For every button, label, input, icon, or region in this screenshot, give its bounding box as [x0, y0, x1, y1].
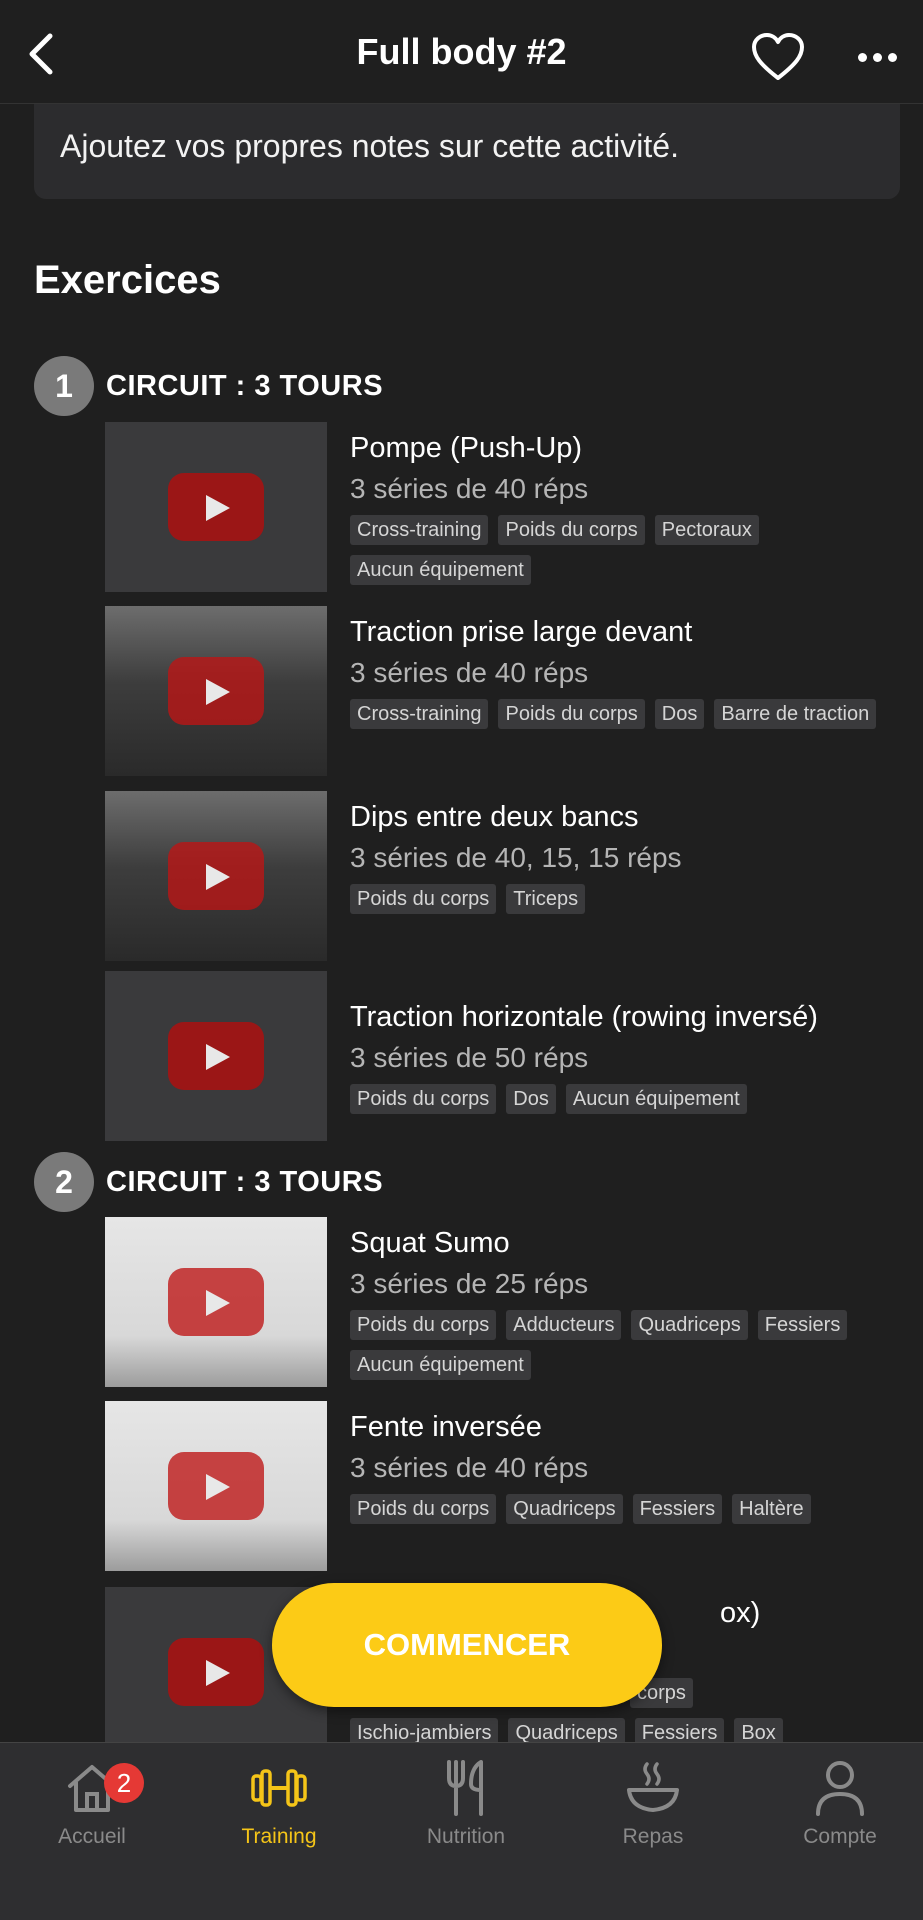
notes-field[interactable]: Ajoutez vos propres notes sur cette acti…: [34, 104, 900, 199]
tag: Poids du corps: [350, 1494, 497, 1524]
video-thumbnail[interactable]: [105, 791, 327, 961]
circuit-header: 2 CIRCUIT : 3 TOURS: [34, 1152, 383, 1212]
play-icon: [168, 657, 264, 725]
tag: Dos: [506, 1084, 556, 1114]
exercise-name: Dips entre deux bancs: [350, 801, 639, 833]
video-thumbnail[interactable]: [105, 1401, 327, 1571]
tag: Triceps: [506, 884, 586, 914]
start-button[interactable]: COMMENCER: [272, 1583, 662, 1707]
play-icon: [168, 1638, 264, 1706]
circuit-number: 1: [34, 356, 94, 416]
circuit-number: 2: [34, 1152, 94, 1212]
tag: Aucun équipement: [350, 555, 531, 585]
notification-badge: 2: [104, 1763, 144, 1803]
dumbbell-icon: [251, 1769, 307, 1807]
exercise-sets: 3 séries de 40 réps: [350, 1452, 589, 1483]
exercise-name: Traction prise large devant: [350, 616, 693, 648]
dot-icon: [858, 52, 867, 62]
tab-compte[interactable]: Compte: [748, 1755, 923, 1849]
play-icon: [168, 842, 264, 910]
dot-icon: [873, 52, 882, 62]
tag: Dos: [654, 699, 705, 729]
circuit-label: CIRCUIT : 3 TOURS: [106, 1165, 384, 1198]
tab-label: Training: [241, 1825, 317, 1848]
exercise-sets: 3 séries de 40, 15, 15 réps: [350, 842, 682, 873]
tag: Cross-training: [350, 515, 489, 545]
tab-nutrition[interactable]: Nutrition: [374, 1755, 558, 1849]
tag: Barre de traction: [714, 699, 877, 729]
user-icon: [816, 1761, 864, 1816]
tag: Poids du corps: [350, 884, 497, 914]
favorite-button[interactable]: [750, 32, 806, 82]
tab-label: Nutrition: [426, 1825, 506, 1848]
exercise-item[interactable]: Traction prise large devant 3 séries de …: [105, 606, 905, 776]
tag: Cross-training: [350, 699, 489, 729]
heart-icon: [752, 33, 804, 80]
exercise-item[interactable]: Dips entre deux bancs 3 séries de 40, 15…: [105, 791, 905, 961]
tag: Adducteurs: [506, 1310, 622, 1340]
exercise-name: Fente inversée: [350, 1411, 542, 1443]
tag: Poids du corps: [498, 515, 645, 545]
tag: Fessiers: [757, 1310, 848, 1340]
play-icon: [168, 1022, 264, 1090]
tag: Pectoraux: [654, 515, 759, 545]
exercise-sets: 3 séries de 25 réps: [350, 1268, 589, 1299]
tag: Poids du corps: [350, 1084, 497, 1114]
circuit-header: 1 CIRCUIT : 3 TOURS: [34, 356, 383, 416]
exercise-sets: 3 séries de 40 réps: [350, 473, 589, 504]
play-icon: [168, 1452, 264, 1520]
chevron-left-icon: [29, 33, 53, 75]
video-thumbnail[interactable]: [105, 1217, 327, 1387]
exercise-item[interactable]: Fente inversée 3 séries de 40 réps Poids…: [105, 1401, 905, 1571]
exercise-item[interactable]: Traction horizontale (rowing inversé) 3 …: [105, 971, 905, 1141]
video-thumbnail[interactable]: [105, 606, 327, 776]
tab-label: Compte: [803, 1825, 877, 1848]
tag: Quadriceps: [631, 1310, 748, 1340]
exercise-name: Traction horizontale (rowing inversé): [350, 1001, 818, 1033]
dot-icon: [888, 52, 897, 62]
tag: Aucun équipement: [565, 1084, 747, 1114]
tab-label: Repas: [622, 1825, 684, 1848]
fork-knife-icon: [447, 1760, 483, 1816]
exercise-name: Pompe (Push-Up): [350, 432, 583, 464]
tag: Poids du corps: [498, 699, 645, 729]
tab-label: Accueil: [58, 1825, 126, 1848]
tab-accueil[interactable]: 2 Accueil: [0, 1755, 184, 1849]
page-title: Full body #2: [356, 30, 567, 72]
tab-repas[interactable]: Repas: [561, 1755, 745, 1849]
exercise-item[interactable]: Pompe (Push-Up) 3 séries de 40 réps Cros…: [105, 422, 905, 592]
exercise-item[interactable]: Squat Sumo 3 séries de 25 réps Poids du …: [105, 1217, 905, 1387]
section-title: Exercices: [34, 258, 221, 302]
more-options-button[interactable]: [858, 42, 902, 72]
exercise-sets: 3 séries de 50 réps: [350, 1042, 589, 1073]
tag: Haltère: [732, 1494, 811, 1524]
top-bar: Full body #2: [0, 0, 923, 104]
exercise-name: Squat Sumo: [350, 1227, 510, 1259]
exercise-sets: 3 séries de 40 réps: [350, 657, 589, 688]
video-thumbnail[interactable]: [105, 971, 327, 1141]
play-icon: [168, 1268, 264, 1336]
video-thumbnail[interactable]: [105, 422, 327, 592]
tag: Poids du corps: [350, 1310, 497, 1340]
circuit-label: CIRCUIT : 3 TOURS: [106, 369, 384, 402]
play-icon: [168, 473, 264, 541]
tab-training[interactable]: Training: [187, 1755, 371, 1849]
tag: Fessiers: [632, 1494, 723, 1524]
tag: Aucun équipement: [350, 1350, 531, 1380]
screen: Full body #2 Ajoutez vos propres notes s…: [0, 0, 923, 1920]
tag: Quadriceps: [506, 1494, 623, 1524]
bottom-tab-bar: 2 Accueil Training Nutrition Repas Compt…: [0, 1742, 923, 1920]
bowl-icon: [627, 1762, 679, 1812]
back-button[interactable]: [22, 30, 62, 78]
